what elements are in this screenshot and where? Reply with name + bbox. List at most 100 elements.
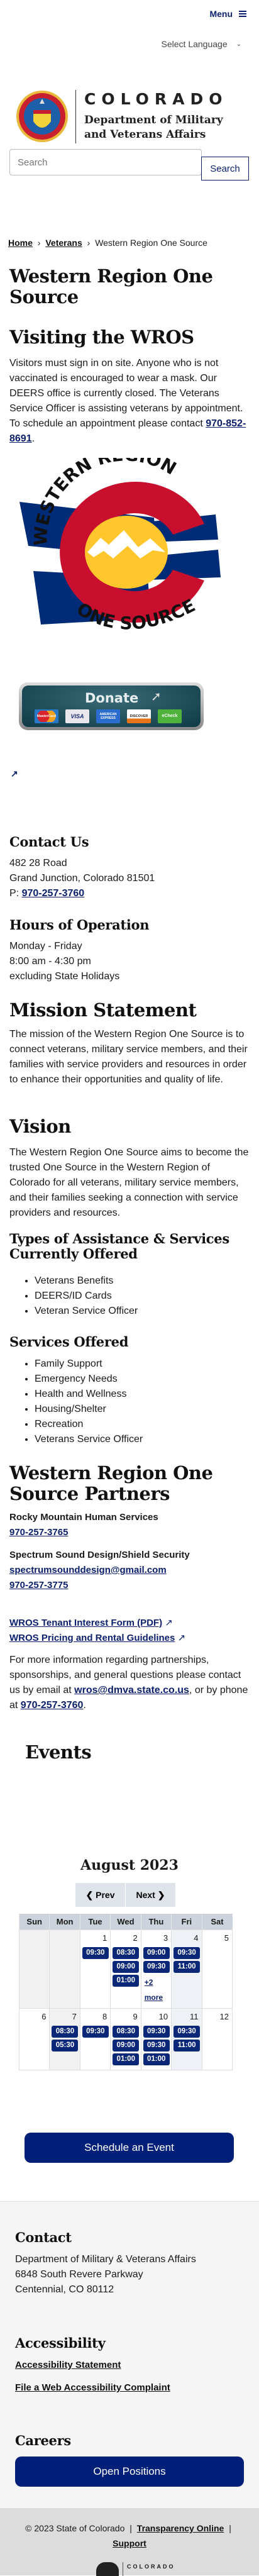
partner-phone-link[interactable]: 970-257-3775 bbox=[9, 1578, 251, 1593]
partners-heading: Western Region One Source Partners bbox=[9, 1462, 213, 1504]
next-month-button[interactable]: Next ❯ bbox=[126, 1883, 175, 1907]
site-logo[interactable]: COLORADO Department of Military and Vete… bbox=[16, 90, 255, 145]
calendar-day[interactable]: 11 09:30 11:00 bbox=[171, 2007, 202, 2070]
calendar-day[interactable]: 3 09:00 09:30 +2 more bbox=[140, 1929, 172, 2009]
list-item: Veterans Benefits bbox=[35, 1274, 138, 1289]
footer-logo-text: COLORADO bbox=[127, 2563, 175, 2570]
event-chip[interactable]: 05:30 bbox=[52, 2039, 79, 2051]
brand-title: COLORADO bbox=[84, 90, 228, 108]
list-item: Emergency Needs bbox=[35, 1372, 143, 1387]
breadcrumb-separator: › bbox=[87, 238, 91, 248]
calendar-month: August 2023 bbox=[80, 1857, 179, 1874]
payment-cards: MasterCard VISA American Express Discove… bbox=[35, 709, 182, 723]
visiting-end: . bbox=[31, 433, 35, 444]
day-number: 10 bbox=[158, 2011, 168, 2021]
event-chip[interactable]: 01:00 bbox=[143, 2053, 170, 2065]
contact-us-address: 482 28 Road Grand Junction, Colorado 815… bbox=[9, 856, 155, 901]
external-link-icon[interactable]: ↗ bbox=[11, 769, 18, 779]
event-chip[interactable]: 09:00 bbox=[113, 2039, 140, 2051]
language-select[interactable]: Select Language ⌄ bbox=[162, 39, 241, 49]
chevron-right-icon: ❯ bbox=[157, 1889, 165, 1900]
assistance-heading: Types of Assistance & Services Currently… bbox=[9, 1231, 229, 1262]
prev-month-button[interactable]: ❮ Prev bbox=[75, 1883, 125, 1907]
vision-text: The Western Region One Source aims to be… bbox=[9, 1147, 249, 1218]
day-number: 11 bbox=[190, 2011, 199, 2021]
event-chip[interactable]: 09:30 bbox=[82, 1946, 109, 1959]
wros-email-link[interactable]: wros@dmva.state.co.us bbox=[74, 1685, 189, 1696]
event-chip[interactable]: 09:30 bbox=[143, 2039, 170, 2051]
brand-subtitle-1: Department of Military bbox=[84, 114, 223, 126]
search-input[interactable] bbox=[9, 149, 202, 175]
partner-email-link[interactable]: spectrumsounddesign@gmail.com bbox=[9, 1563, 251, 1578]
weekday-header: Sun bbox=[18, 1914, 50, 1929]
event-chip[interactable]: 08:30 bbox=[52, 2025, 79, 2038]
event-chip[interactable]: 09:00 bbox=[113, 1960, 140, 1973]
event-chip[interactable]: 01:00 bbox=[113, 1974, 140, 1987]
calendar-day[interactable]: 1 09:30 bbox=[79, 1929, 111, 2009]
accessibility-complaint-link[interactable]: File a Web Accessibility Complaint bbox=[15, 2382, 170, 2393]
mission-heading: Mission Statement bbox=[9, 999, 197, 1021]
breadcrumb-home[interactable]: Home bbox=[8, 238, 33, 248]
day-number: 3 bbox=[163, 1933, 168, 1943]
transparency-link[interactable]: Transparency Online bbox=[137, 2523, 224, 2533]
visa-icon: VISA bbox=[65, 709, 89, 723]
footer-city: Centennial, CO 80112 bbox=[15, 2284, 114, 2295]
more-events-link[interactable]: +2 more bbox=[143, 1975, 170, 2005]
schedule-event-button[interactable]: Schedule an Event bbox=[25, 2133, 234, 2163]
hours-info: Monday - Friday 8:00 am - 4:30 pm exclud… bbox=[9, 939, 119, 984]
calendar-day[interactable]: 8 09:30 bbox=[79, 2007, 111, 2070]
menu-button[interactable]: Menu bbox=[209, 9, 246, 19]
calendar-nav: ❮ Prev Next ❯ bbox=[75, 1883, 175, 1907]
calendar-week: 6 7 08:30 05:30 8 09:30 9 08:30 09:00 01:00 10 09:3… bbox=[18, 2007, 233, 2070]
wros-phone-link[interactable]: 970-257-3760 bbox=[21, 1700, 84, 1711]
accessibility-statement-link[interactable]: Accessibility Statement bbox=[15, 2360, 121, 2370]
support-link[interactable]: Support bbox=[113, 2538, 146, 2548]
footer-street: 6848 South Revere Parkway bbox=[15, 2269, 143, 2280]
hours-heading: Hours of Operation bbox=[9, 917, 150, 933]
weekday-header: Wed bbox=[110, 1914, 141, 1929]
search-button[interactable]: Search bbox=[201, 157, 249, 180]
pricing-guidelines-link[interactable]: WROS Pricing and Rental Guidelines bbox=[9, 1633, 175, 1643]
brand-subtitle-2: and Veterans Affairs bbox=[84, 128, 206, 141]
event-chip[interactable]: 11:00 bbox=[174, 2039, 201, 2051]
event-chip[interactable]: 08:30 bbox=[113, 1946, 140, 1959]
calendar-day[interactable]: 7 08:30 05:30 bbox=[49, 2007, 80, 2070]
calendar-day[interactable]: 5 bbox=[201, 1929, 233, 2009]
external-link-icon: ↗ bbox=[165, 1618, 173, 1628]
list-item: Veteran Service Officer bbox=[35, 1304, 138, 1319]
page-title: Western Region One Source bbox=[9, 265, 213, 308]
calendar-day[interactable] bbox=[18, 1929, 50, 2009]
hours-note: excluding State Holidays bbox=[9, 971, 120, 982]
calendar-day[interactable]: 10 09:30 09:30 01:00 bbox=[140, 2007, 172, 2070]
calendar-day[interactable]: 9 08:30 09:00 01:00 bbox=[110, 2007, 141, 2070]
calendar-day[interactable] bbox=[49, 1929, 80, 2009]
calendar-day[interactable]: 4 09:30 11:00 bbox=[171, 1929, 202, 2009]
assistance-list: Veterans Benefits DEERS/ID Cards Veteran… bbox=[9, 1274, 138, 1319]
event-chip[interactable]: 11:00 bbox=[174, 1960, 201, 1973]
phone-prefix: P: bbox=[9, 888, 22, 899]
address-line-1: 482 28 Road bbox=[9, 858, 67, 869]
calendar-day[interactable]: 12 bbox=[201, 2007, 233, 2070]
calendar-day[interactable]: 6 bbox=[18, 2007, 50, 2070]
open-positions-button[interactable]: Open Positions bbox=[15, 2457, 244, 2487]
event-chip[interactable]: 09:30 bbox=[82, 2025, 109, 2038]
donate-button[interactable]: Donate ➚ MasterCard VISA American Expres… bbox=[19, 682, 204, 730]
contact-phone-link[interactable]: 970-257-3760 bbox=[22, 888, 85, 899]
calendar-day[interactable]: 2 08:30 09:00 01:00 bbox=[110, 1929, 141, 2009]
event-chip[interactable]: 09:00 bbox=[143, 1946, 170, 1959]
event-chip[interactable]: 09:30 bbox=[174, 2025, 201, 2038]
breadcrumb-veterans[interactable]: Veterans bbox=[45, 238, 82, 248]
partner-phone-link[interactable]: 970-257-3765 bbox=[9, 1525, 251, 1540]
phone-line: P: 970-257-3760 bbox=[9, 886, 155, 901]
visiting-text: Visitors must sign in on site. Anyone wh… bbox=[9, 356, 251, 447]
breadcrumb-current: Western Region One Source bbox=[95, 238, 207, 248]
event-chip[interactable]: 09:30 bbox=[174, 1946, 201, 1959]
partners-info: For more information regarding partnersh… bbox=[9, 1653, 251, 1713]
event-chip[interactable]: 09:30 bbox=[143, 1960, 170, 1973]
event-chip[interactable]: 08:30 bbox=[113, 2025, 140, 2038]
tenant-form-link[interactable]: WROS Tenant Interest Form (PDF) bbox=[9, 1618, 162, 1628]
event-chip[interactable]: 09:30 bbox=[143, 2025, 170, 2038]
menu-label: Menu bbox=[209, 9, 233, 19]
breadcrumb: Home › Veterans › Western Region One Sou… bbox=[8, 238, 207, 248]
event-chip[interactable]: 01:00 bbox=[113, 2053, 140, 2065]
